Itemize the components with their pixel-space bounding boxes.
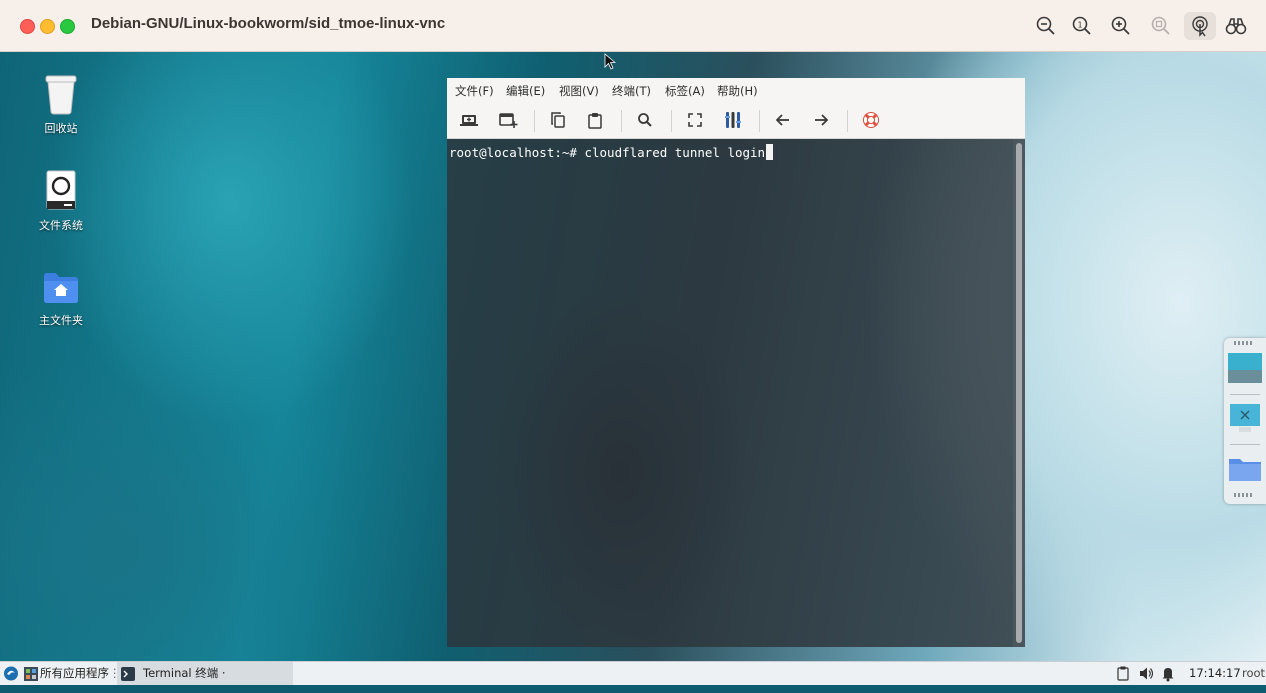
toolbar-separator: [534, 110, 535, 132]
dock-grip[interactable]: [1234, 341, 1254, 345]
desktop-icon-label: 回收站: [44, 122, 78, 135]
touch-pointer-icon[interactable]: [1184, 12, 1216, 40]
home-folder-icon: [44, 273, 78, 303]
terminal-app-icon: [121, 667, 135, 681]
apps-grid-icon: [24, 667, 38, 681]
binoculars-icon[interactable]: [1224, 14, 1248, 38]
search-icon[interactable]: [635, 110, 655, 130]
clock[interactable]: 17:14:17: [1189, 662, 1241, 685]
desktop-icon-home[interactable]: 主文件夹: [16, 268, 106, 328]
dock-item-desktop-1[interactable]: [1227, 350, 1263, 386]
columns-icon[interactable]: [723, 110, 743, 130]
dock-item-folder[interactable]: [1227, 450, 1263, 486]
terminal-toolbar: [447, 102, 1025, 139]
terminal-window[interactable]: 文件(F) 编辑(E) 视图(V) 终端(T) 标签(A) 帮助(H) root…: [447, 78, 1025, 647]
zoom-in-icon[interactable]: [1109, 14, 1133, 38]
close-window-button[interactable]: [20, 19, 35, 34]
terminal-prompt-line: root@localhost:~# cloudflared tunnel log…: [449, 144, 774, 160]
mouse-pointer-icon: [604, 53, 616, 70]
trash-icon: [45, 75, 77, 115]
zoom-window-button[interactable]: [60, 19, 75, 34]
menu-file[interactable]: 文件(F): [455, 83, 494, 99]
scrollbar-thumb[interactable]: [1016, 143, 1022, 643]
desktop-icon-label: 主文件夹: [39, 314, 83, 327]
fullscreen-icon[interactable]: [685, 110, 705, 130]
bottom-panel: 所有应用程序 ⋮ Terminal 终端 · 17:14:17 root: [0, 661, 1266, 685]
zoom-fit-icon[interactable]: [1149, 14, 1173, 38]
paste-icon[interactable]: [585, 110, 605, 130]
minimize-window-button[interactable]: [40, 19, 55, 34]
copy-icon[interactable]: [548, 110, 568, 130]
zoom-out-icon[interactable]: [1034, 14, 1058, 38]
clipboard-icon[interactable]: [1116, 662, 1130, 685]
text-cursor: [766, 144, 774, 160]
desktop-icon-label: 文件系统: [39, 219, 83, 232]
forward-arrow-icon[interactable]: [811, 110, 831, 130]
volume-icon[interactable]: [1138, 662, 1154, 685]
help-lifebuoy-icon[interactable]: [861, 110, 881, 130]
window-title: Debian-GNU/Linux-bookworm/sid_tmoe-linux…: [91, 15, 446, 32]
menu-help[interactable]: 帮助(H): [717, 83, 758, 99]
dock-separator: [1230, 394, 1260, 395]
taskbar-item-terminal[interactable]: Terminal 终端 ·: [117, 662, 293, 685]
dock-grip[interactable]: [1234, 493, 1254, 497]
drive-icon: [46, 170, 76, 210]
toolbar-separator: [621, 110, 622, 132]
desktop: 回收站 文件系统 主文件夹 文件(F) 编辑(E) 视图(V) 终端(T) 标签…: [0, 52, 1266, 661]
apps-menu-label: 所有应用程序: [40, 666, 109, 680]
terminal-menubar: 文件(F) 编辑(E) 视图(V) 终端(T) 标签(A) 帮助(H): [447, 78, 1025, 102]
svg-text:1: 1: [1077, 21, 1082, 30]
zoom-actual-icon[interactable]: 1: [1070, 14, 1094, 38]
desktop-icon-trash[interactable]: 回收站: [16, 72, 106, 136]
right-dock: [1224, 338, 1266, 504]
user-label[interactable]: root: [1242, 662, 1265, 685]
whisker-menu-icon[interactable]: [2, 662, 20, 685]
menu-terminal[interactable]: 终端(T): [612, 83, 651, 99]
toolbar-separator: [759, 110, 760, 132]
new-tab-icon[interactable]: [459, 110, 479, 130]
toolbar-separator: [671, 110, 672, 132]
new-window-icon[interactable]: [498, 110, 518, 130]
dock-item-desktop-2[interactable]: [1227, 400, 1263, 436]
notification-bell-icon[interactable]: [1161, 662, 1175, 685]
dock-separator: [1230, 444, 1260, 445]
apps-menu-button[interactable]: 所有应用程序 ⋮: [24, 662, 121, 685]
taskbar-item-label: Terminal 终端 ·: [143, 666, 226, 680]
vnc-window-titlebar: Debian-GNU/Linux-bookworm/sid_tmoe-linux…: [0, 0, 1266, 52]
menu-tabs[interactable]: 标签(A): [665, 83, 705, 99]
menu-view[interactable]: 视图(V): [559, 83, 599, 99]
menu-edit[interactable]: 编辑(E): [506, 83, 545, 99]
terminal-output[interactable]: root@localhost:~# cloudflared tunnel log…: [447, 139, 1013, 647]
desktop-icon-filesystem[interactable]: 文件系统: [16, 169, 106, 233]
toolbar-separator: [847, 110, 848, 132]
terminal-scrollbar[interactable]: [1013, 139, 1025, 647]
back-arrow-icon[interactable]: [773, 110, 793, 130]
